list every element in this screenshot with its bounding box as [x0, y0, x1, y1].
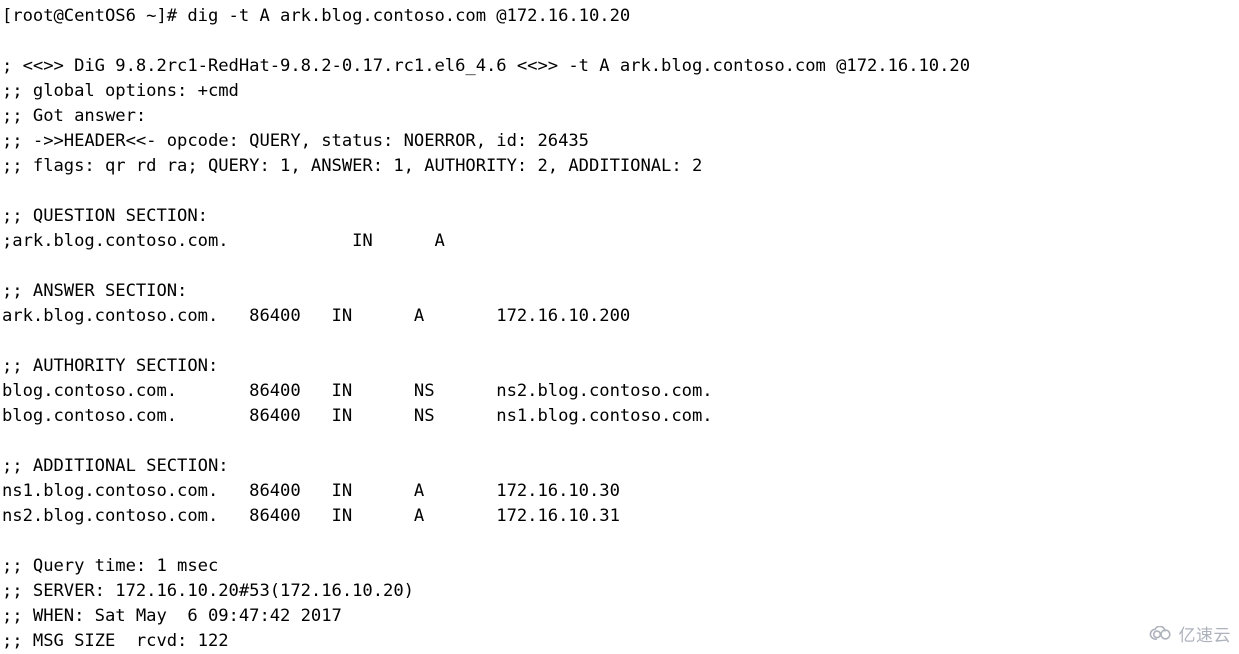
- terminal-line-global-options: ;; global options: +cmd: [2, 81, 239, 101]
- terminal-line-additional-record: ns2.blog.contoso.com. 86400 IN A 172.16.…: [2, 506, 620, 526]
- terminal-line-answer-section-title: ;; ANSWER SECTION:: [2, 281, 188, 301]
- terminal-line-query-time: ;; Query time: 1 msec: [2, 556, 219, 576]
- terminal-line-dig-version: ; <<>> DiG 9.8.2rc1-RedHat-9.8.2-0.17.rc…: [2, 56, 970, 76]
- terminal-line-question-record: ;ark.blog.contoso.com. IN A: [2, 231, 445, 251]
- terminal-output-pane[interactable]: [root@CentOS6 ~]# dig -t A ark.blog.cont…: [0, 0, 1239, 654]
- terminal-line-header: ;; ->>HEADER<<- opcode: QUERY, status: N…: [2, 131, 589, 151]
- terminal-line-authority-record: blog.contoso.com. 86400 IN NS ns2.blog.c…: [2, 381, 713, 401]
- terminal-line-answer-record: ark.blog.contoso.com. 86400 IN A 172.16.…: [2, 306, 631, 326]
- terminal-line-additional-section-title: ;; ADDITIONAL SECTION:: [2, 456, 229, 476]
- terminal-line-prompt-command: [root@CentOS6 ~]# dig -t A ark.blog.cont…: [2, 6, 631, 26]
- terminal-line-flags: ;; flags: qr rd ra; QUERY: 1, ANSWER: 1,…: [2, 156, 703, 176]
- terminal-line-question-section-title: ;; QUESTION SECTION:: [2, 206, 208, 226]
- terminal-line-authority-section-title: ;; AUTHORITY SECTION:: [2, 356, 219, 376]
- terminal-line-authority-record: blog.contoso.com. 86400 IN NS ns1.blog.c…: [2, 406, 713, 426]
- terminal-line-additional-record: ns1.blog.contoso.com. 86400 IN A 172.16.…: [2, 481, 620, 501]
- watermark-text: 亿速云: [1178, 626, 1231, 646]
- cloud-icon: [1149, 625, 1175, 641]
- terminal-line-server: ;; SERVER: 172.16.10.20#53(172.16.10.20): [2, 581, 414, 601]
- watermark: 亿速云: [1149, 621, 1232, 646]
- terminal-line-got-answer: ;; Got answer:: [2, 106, 147, 126]
- terminal-line-when: ;; WHEN: Sat May 6 09:47:42 2017: [2, 606, 342, 626]
- terminal-line-msg-size: ;; MSG SIZE rcvd: 122: [2, 631, 229, 651]
